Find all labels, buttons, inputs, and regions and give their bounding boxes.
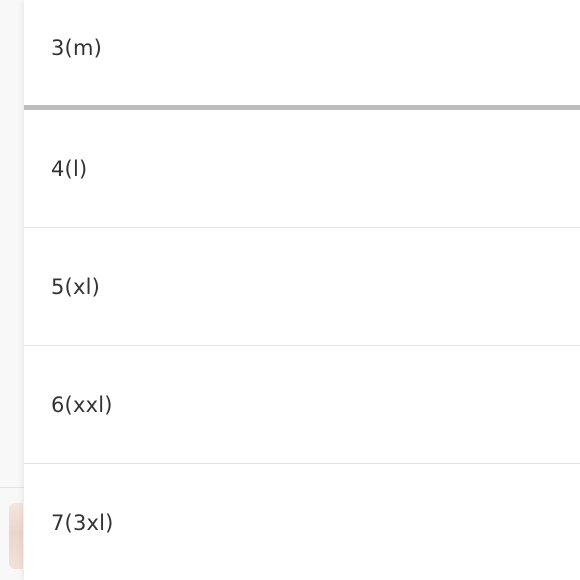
screen: 3(m) 4(l) 5(xl) 6(xxl) 7(3xl) — [0, 0, 580, 580]
size-option-label: 4(l) — [51, 156, 88, 181]
size-option-6-xxl[interactable]: 6(xxl) — [24, 346, 580, 464]
size-option-5-xl[interactable]: 5(xl) — [24, 228, 580, 346]
size-option-label: 5(xl) — [51, 274, 101, 299]
background-divider — [0, 487, 24, 488]
size-option-sheet: 3(m) 4(l) 5(xl) 6(xxl) 7(3xl) — [24, 0, 580, 580]
background-product-page — [0, 0, 24, 580]
size-option-3-m[interactable]: 3(m) — [24, 0, 580, 110]
size-option-label: 6(xxl) — [51, 392, 113, 417]
size-option-7-3xl[interactable]: 7(3xl) — [24, 464, 580, 580]
size-option-label: 7(3xl) — [51, 510, 114, 535]
product-thumbnail — [9, 503, 23, 569]
size-option-4-l[interactable]: 4(l) — [24, 110, 580, 228]
size-option-label: 3(m) — [51, 36, 103, 60]
